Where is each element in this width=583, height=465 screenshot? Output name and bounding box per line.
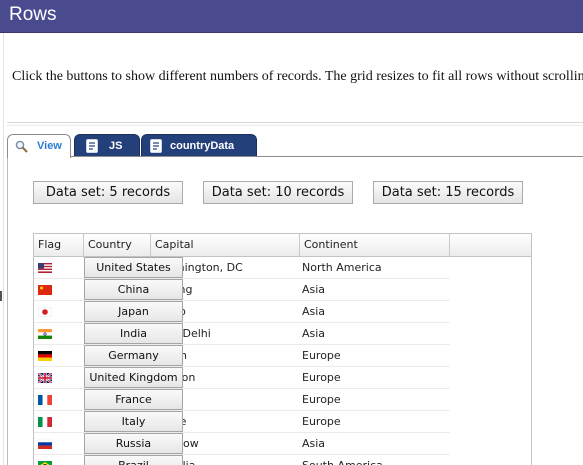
de-flag-icon xyxy=(38,351,52,361)
country-grid: Flag Country Capital Continent United St… xyxy=(33,233,532,465)
divider xyxy=(7,125,583,126)
continent-cell: Europe xyxy=(302,393,341,406)
table-row[interactable]: ChinaBeijingAsia xyxy=(34,279,450,301)
it-flag-icon xyxy=(38,417,52,427)
table-row[interactable]: BrazilBrasiliaSouth America xyxy=(34,455,450,465)
continent-cell: Asia xyxy=(302,283,326,296)
country-button[interactable]: France xyxy=(84,389,183,410)
continent-cell: Europe xyxy=(302,349,341,362)
column-header-flag[interactable]: Flag xyxy=(34,234,84,256)
country-button[interactable]: Italy xyxy=(84,411,183,432)
continent-cell: Europe xyxy=(302,415,341,428)
dataset-10-button[interactable]: Data set: 10 records xyxy=(203,181,353,204)
continent-cell: Asia xyxy=(302,437,326,450)
continent-cell: Europe xyxy=(302,371,341,384)
tab-countrydata[interactable]: countryData xyxy=(141,134,257,157)
divider xyxy=(7,122,583,123)
fr-flag-icon xyxy=(38,395,52,405)
dataset-15-button[interactable]: Data set: 15 records xyxy=(373,181,523,204)
page-title: Rows xyxy=(9,4,57,25)
table-row[interactable]: RussiaMoscowAsia xyxy=(34,433,450,455)
continent-cell: Asia xyxy=(302,327,326,340)
continent-cell: North America xyxy=(302,261,382,274)
tab-label: JS xyxy=(109,140,123,152)
table-row[interactable]: JapanTokyoAsia xyxy=(34,301,450,323)
gb-flag-icon xyxy=(38,373,52,383)
document-icon xyxy=(150,139,162,153)
table-row[interactable]: United KingdomLondonEurope xyxy=(34,367,450,389)
column-header-country[interactable]: Country xyxy=(84,234,151,256)
tab-label: View xyxy=(37,140,62,152)
table-row[interactable]: FranceParisEurope xyxy=(34,389,450,411)
tab-label: countryData xyxy=(170,140,235,152)
page-description: Click the buttons to show different numb… xyxy=(12,69,583,84)
country-button[interactable]: Japan xyxy=(84,301,183,322)
dataset-5-button[interactable]: Data set: 5 records xyxy=(33,181,183,204)
magnifier-icon xyxy=(15,140,28,153)
table-row[interactable]: GermanyBerlinEurope xyxy=(34,345,450,367)
ru-flag-icon xyxy=(38,439,52,449)
in-flag-icon xyxy=(38,329,52,339)
continent-cell: Asia xyxy=(302,305,326,318)
tab-view[interactable]: View xyxy=(7,134,71,158)
country-button[interactable]: United Kingdom xyxy=(84,367,183,388)
column-header-capital[interactable]: Capital xyxy=(151,234,300,256)
country-button[interactable]: United States xyxy=(84,257,183,278)
table-row[interactable]: ItalyRomeEurope xyxy=(34,411,450,433)
tab-bar: View JS countryData xyxy=(7,131,583,158)
table-row[interactable]: United States Washington, DC North America xyxy=(34,257,450,279)
column-header-continent[interactable]: Continent xyxy=(300,234,450,256)
text-cursor-mark xyxy=(0,291,2,301)
country-button[interactable]: Brazil xyxy=(84,455,183,465)
cn-flag-icon xyxy=(38,285,52,295)
us-flag-icon xyxy=(38,263,52,273)
tab-js[interactable]: JS xyxy=(74,134,140,157)
country-button[interactable]: China xyxy=(84,279,183,300)
country-button[interactable]: Russia xyxy=(84,433,183,454)
table-row[interactable]: IndiaNew DelhiAsia xyxy=(34,323,450,345)
continent-cell: South America xyxy=(302,455,448,465)
title-bar: Rows xyxy=(0,0,583,33)
br-flag-icon xyxy=(38,461,52,465)
jp-flag-icon xyxy=(38,307,52,317)
document-icon xyxy=(86,139,98,153)
grid-header: Flag Country Capital Continent xyxy=(34,234,531,257)
country-button[interactable]: Germany xyxy=(84,345,183,366)
left-rule xyxy=(3,33,4,465)
country-button[interactable]: India xyxy=(84,323,183,344)
